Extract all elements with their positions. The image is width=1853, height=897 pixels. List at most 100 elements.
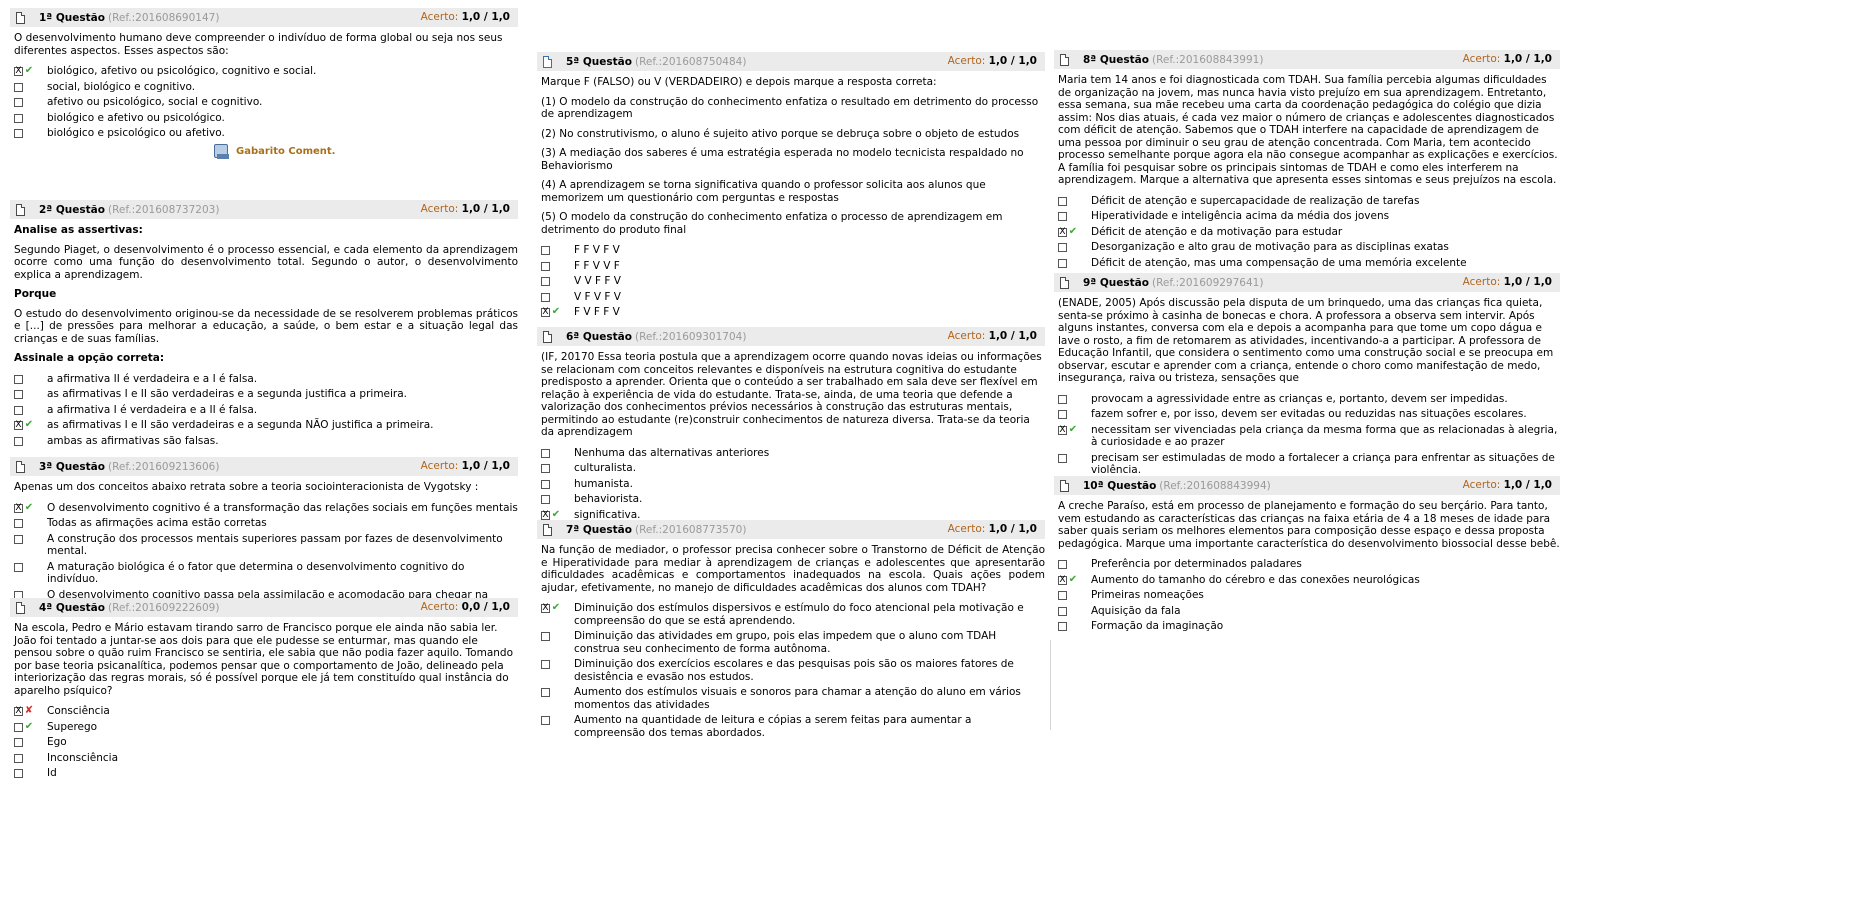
answer-checkbox[interactable] xyxy=(1058,212,1067,221)
answer-option[interactable]: humanista. xyxy=(541,478,1045,491)
answer-checkbox[interactable] xyxy=(14,519,23,528)
answer-option[interactable]: F F V V F xyxy=(541,260,1045,273)
answer-checkbox[interactable] xyxy=(1058,394,1067,404)
answer-option[interactable]: Aumento na quantidade de leitura e cópia… xyxy=(541,714,1045,739)
answer-checkbox[interactable] xyxy=(14,738,23,747)
answer-checkbox[interactable] xyxy=(541,246,550,255)
answer-checkbox[interactable] xyxy=(541,277,550,286)
answer-option[interactable]: X ✔ necessitam ser vivenciadas pela crianç… xyxy=(1058,424,1560,449)
answer-checkbox[interactable] xyxy=(541,688,550,697)
answer-checkbox[interactable] xyxy=(14,374,23,384)
answer-option-text: provocam a agressividade entre as crianç… xyxy=(1091,392,1508,405)
answer-option[interactable]: a afirmativa I é verdadeira e a II é fal… xyxy=(14,404,518,417)
answer-option[interactable]: Desorganização e alto grau de motivação … xyxy=(1058,241,1560,254)
answer-option[interactable]: Id xyxy=(14,767,518,780)
answer-option[interactable]: Preferência por determinados paladares xyxy=(1058,558,1560,571)
answer-option[interactable]: ambas as afirmativas são falsas. xyxy=(14,435,518,448)
answer-checkbox[interactable] xyxy=(1058,196,1067,206)
answer-option[interactable]: culturalista. xyxy=(541,462,1045,475)
answer-checkbox[interactable]: X xyxy=(14,503,23,513)
answer-option[interactable]: X ✔ Aumento do tamanho do cérebro e das co… xyxy=(1058,574,1560,587)
assertion-2: O estudo do desenvolvimento originou-se … xyxy=(14,307,518,345)
answer-checkbox[interactable] xyxy=(14,722,23,732)
answer-checkbox[interactable] xyxy=(14,562,23,572)
answer-checkbox[interactable]: X xyxy=(14,67,23,76)
answer-checkbox[interactable]: X xyxy=(541,510,550,520)
answer-option[interactable]: afetivo ou psicológico, social e cogniti… xyxy=(14,96,518,109)
answer-checkbox[interactable] xyxy=(541,716,550,725)
answer-option[interactable]: fazem sofrer e, por isso, devem ser evit… xyxy=(1058,408,1560,421)
answer-checkbox[interactable]: X xyxy=(1058,575,1067,585)
answer-option[interactable]: A maturação biológica é o fator que dete… xyxy=(14,561,518,586)
answer-checkbox[interactable]: X xyxy=(14,707,23,716)
answer-checkbox[interactable] xyxy=(1058,243,1067,252)
answer-option[interactable]: X ✔ Diminuição dos estímulos dispersivos e… xyxy=(541,602,1045,627)
answer-option[interactable]: Diminuição dos exercícios escolares e da… xyxy=(541,658,1045,683)
answer-checkbox[interactable] xyxy=(14,753,23,763)
answer-checkbox[interactable] xyxy=(541,660,550,669)
answer-checkbox[interactable] xyxy=(1058,622,1067,631)
answer-option[interactable]: Nenhuma das alternativas anteriores xyxy=(541,447,1045,460)
answer-option[interactable]: social, biológico e cognitivo. xyxy=(14,81,518,94)
answer-option[interactable]: a afirmativa II é verdadeira e a I é fal… xyxy=(14,373,518,386)
answer-checkbox[interactable]: X xyxy=(541,308,550,317)
answer-option[interactable]: biológico e psicológico ou afetivo. xyxy=(14,127,518,140)
answer-option[interactable]: behaviorista. xyxy=(541,493,1045,506)
answer-option[interactable]: V V F F V xyxy=(541,275,1045,288)
answer-option[interactable]: Inconsciência xyxy=(14,752,518,765)
answer-option[interactable]: X ✔ O desenvolvimento cognitivo é a transf… xyxy=(14,502,518,515)
answer-option[interactable]: F F V F V xyxy=(541,244,1045,257)
answer-option[interactable]: X ✔ as afirmativas I e II são verdadeiras … xyxy=(14,419,518,432)
answer-checkbox[interactable] xyxy=(14,436,23,446)
answer-checkbox[interactable] xyxy=(14,113,23,123)
answer-option[interactable]: Déficit de atenção e supercapacidade de … xyxy=(1058,195,1560,208)
answer-option[interactable]: ✔ Superego xyxy=(14,721,518,734)
answer-checkbox[interactable] xyxy=(14,769,23,778)
gabarito-link[interactable]: Gabarito Coment. xyxy=(214,144,335,159)
answer-checkbox[interactable] xyxy=(541,632,550,641)
answer-checkbox[interactable] xyxy=(1058,606,1067,616)
question-ref: (Ref.:201608690147) xyxy=(107,11,220,24)
answer-option[interactable]: X ✘ Consciência xyxy=(14,705,518,718)
answer-option[interactable]: Aumento dos estímulos visuais e sonoros … xyxy=(541,686,1045,711)
answer-option[interactable]: X ✔ F V F F V xyxy=(541,306,1045,319)
answer-checkbox[interactable] xyxy=(541,261,550,271)
answer-checkbox[interactable]: X xyxy=(541,604,550,613)
options-list: X ✔ Diminuição dos estímulos dispersivos e… xyxy=(537,602,1045,739)
answer-checkbox[interactable] xyxy=(14,82,23,92)
answer-option[interactable]: provocam a agressividade entre as crianç… xyxy=(1058,393,1560,406)
answer-option[interactable]: as afirmativas I e II são verdadeiras e … xyxy=(14,388,518,401)
answer-checkbox[interactable] xyxy=(541,464,550,473)
answer-checkbox[interactable] xyxy=(1058,560,1067,569)
answer-option[interactable]: Hiperatividade e inteligência acima da m… xyxy=(1058,210,1560,223)
answer-checkbox[interactable] xyxy=(14,390,23,399)
answer-option[interactable]: Todas as afirmações acima estão corretas xyxy=(14,517,518,530)
answer-checkbox[interactable] xyxy=(1058,591,1067,600)
answer-checkbox[interactable] xyxy=(14,129,23,138)
answer-checkbox[interactable] xyxy=(1058,410,1067,419)
answer-option[interactable]: X ✔ biológico, afetivo ou psicológico, cog… xyxy=(14,65,518,78)
answer-checkbox[interactable] xyxy=(541,495,550,504)
answer-checkbox[interactable]: X xyxy=(1058,227,1067,237)
answer-checkbox[interactable] xyxy=(14,98,23,107)
answer-option[interactable]: precisam ser estimuladas de modo a forta… xyxy=(1058,452,1560,477)
answer-option[interactable]: Déficit de atenção, mas uma compensação … xyxy=(1058,257,1560,270)
answer-option[interactable]: X ✔ Déficit de atenção e da motivação para… xyxy=(1058,226,1560,239)
answer-checkbox[interactable] xyxy=(1058,453,1067,463)
answer-checkbox[interactable] xyxy=(14,405,23,415)
answer-option[interactable]: Aquisição da fala xyxy=(1058,605,1560,618)
answer-option[interactable]: Formação da imaginação xyxy=(1058,620,1560,633)
answer-option[interactable]: Diminuição das atividades em grupo, pois… xyxy=(541,630,1045,655)
answer-option[interactable]: Primeiras nomeações xyxy=(1058,589,1560,602)
answer-checkbox[interactable]: X xyxy=(1058,425,1067,435)
answer-checkbox[interactable] xyxy=(541,448,550,458)
answer-checkbox[interactable] xyxy=(1058,258,1067,268)
answer-checkbox[interactable] xyxy=(541,292,550,302)
answer-checkbox[interactable] xyxy=(14,534,23,544)
answer-option[interactable]: A construção dos processos mentais super… xyxy=(14,533,518,558)
answer-checkbox[interactable] xyxy=(541,479,550,489)
answer-option[interactable]: biológico e afetivo ou psicológico. xyxy=(14,112,518,125)
answer-checkbox[interactable]: X xyxy=(14,421,23,430)
answer-option[interactable]: Ego xyxy=(14,736,518,749)
answer-option[interactable]: V F V F V xyxy=(541,291,1045,304)
